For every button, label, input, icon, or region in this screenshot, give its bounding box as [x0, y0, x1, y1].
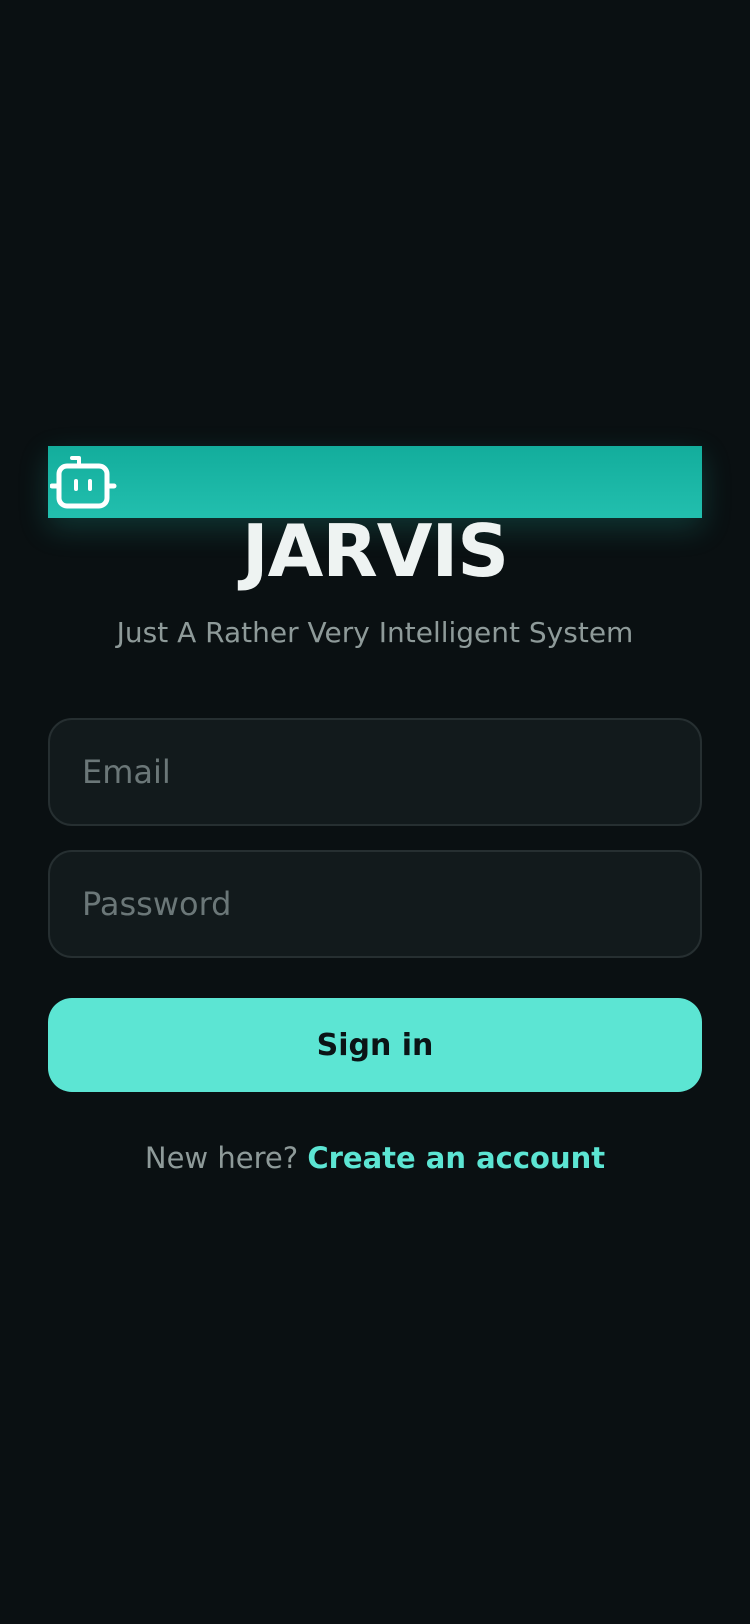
signup-prompt: New here? Create an account	[0, 1141, 750, 1175]
create-account-link[interactable]: Create an account	[307, 1141, 605, 1175]
login-screen: JARVIS Just A Rather Very Intelligent Sy…	[0, 0, 750, 1624]
signup-prompt-text: New here?	[144, 1141, 299, 1175]
sign-in-button[interactable]: Sign in	[48, 998, 702, 1092]
password-input[interactable]	[48, 850, 702, 958]
email-input[interactable]	[48, 718, 702, 826]
app-subtitle: Just A Rather Very Intelligent System	[116, 616, 634, 649]
app-title: JARVIS	[241, 509, 509, 593]
robot-icon	[50, 456, 117, 509]
header-banner	[48, 446, 702, 518]
